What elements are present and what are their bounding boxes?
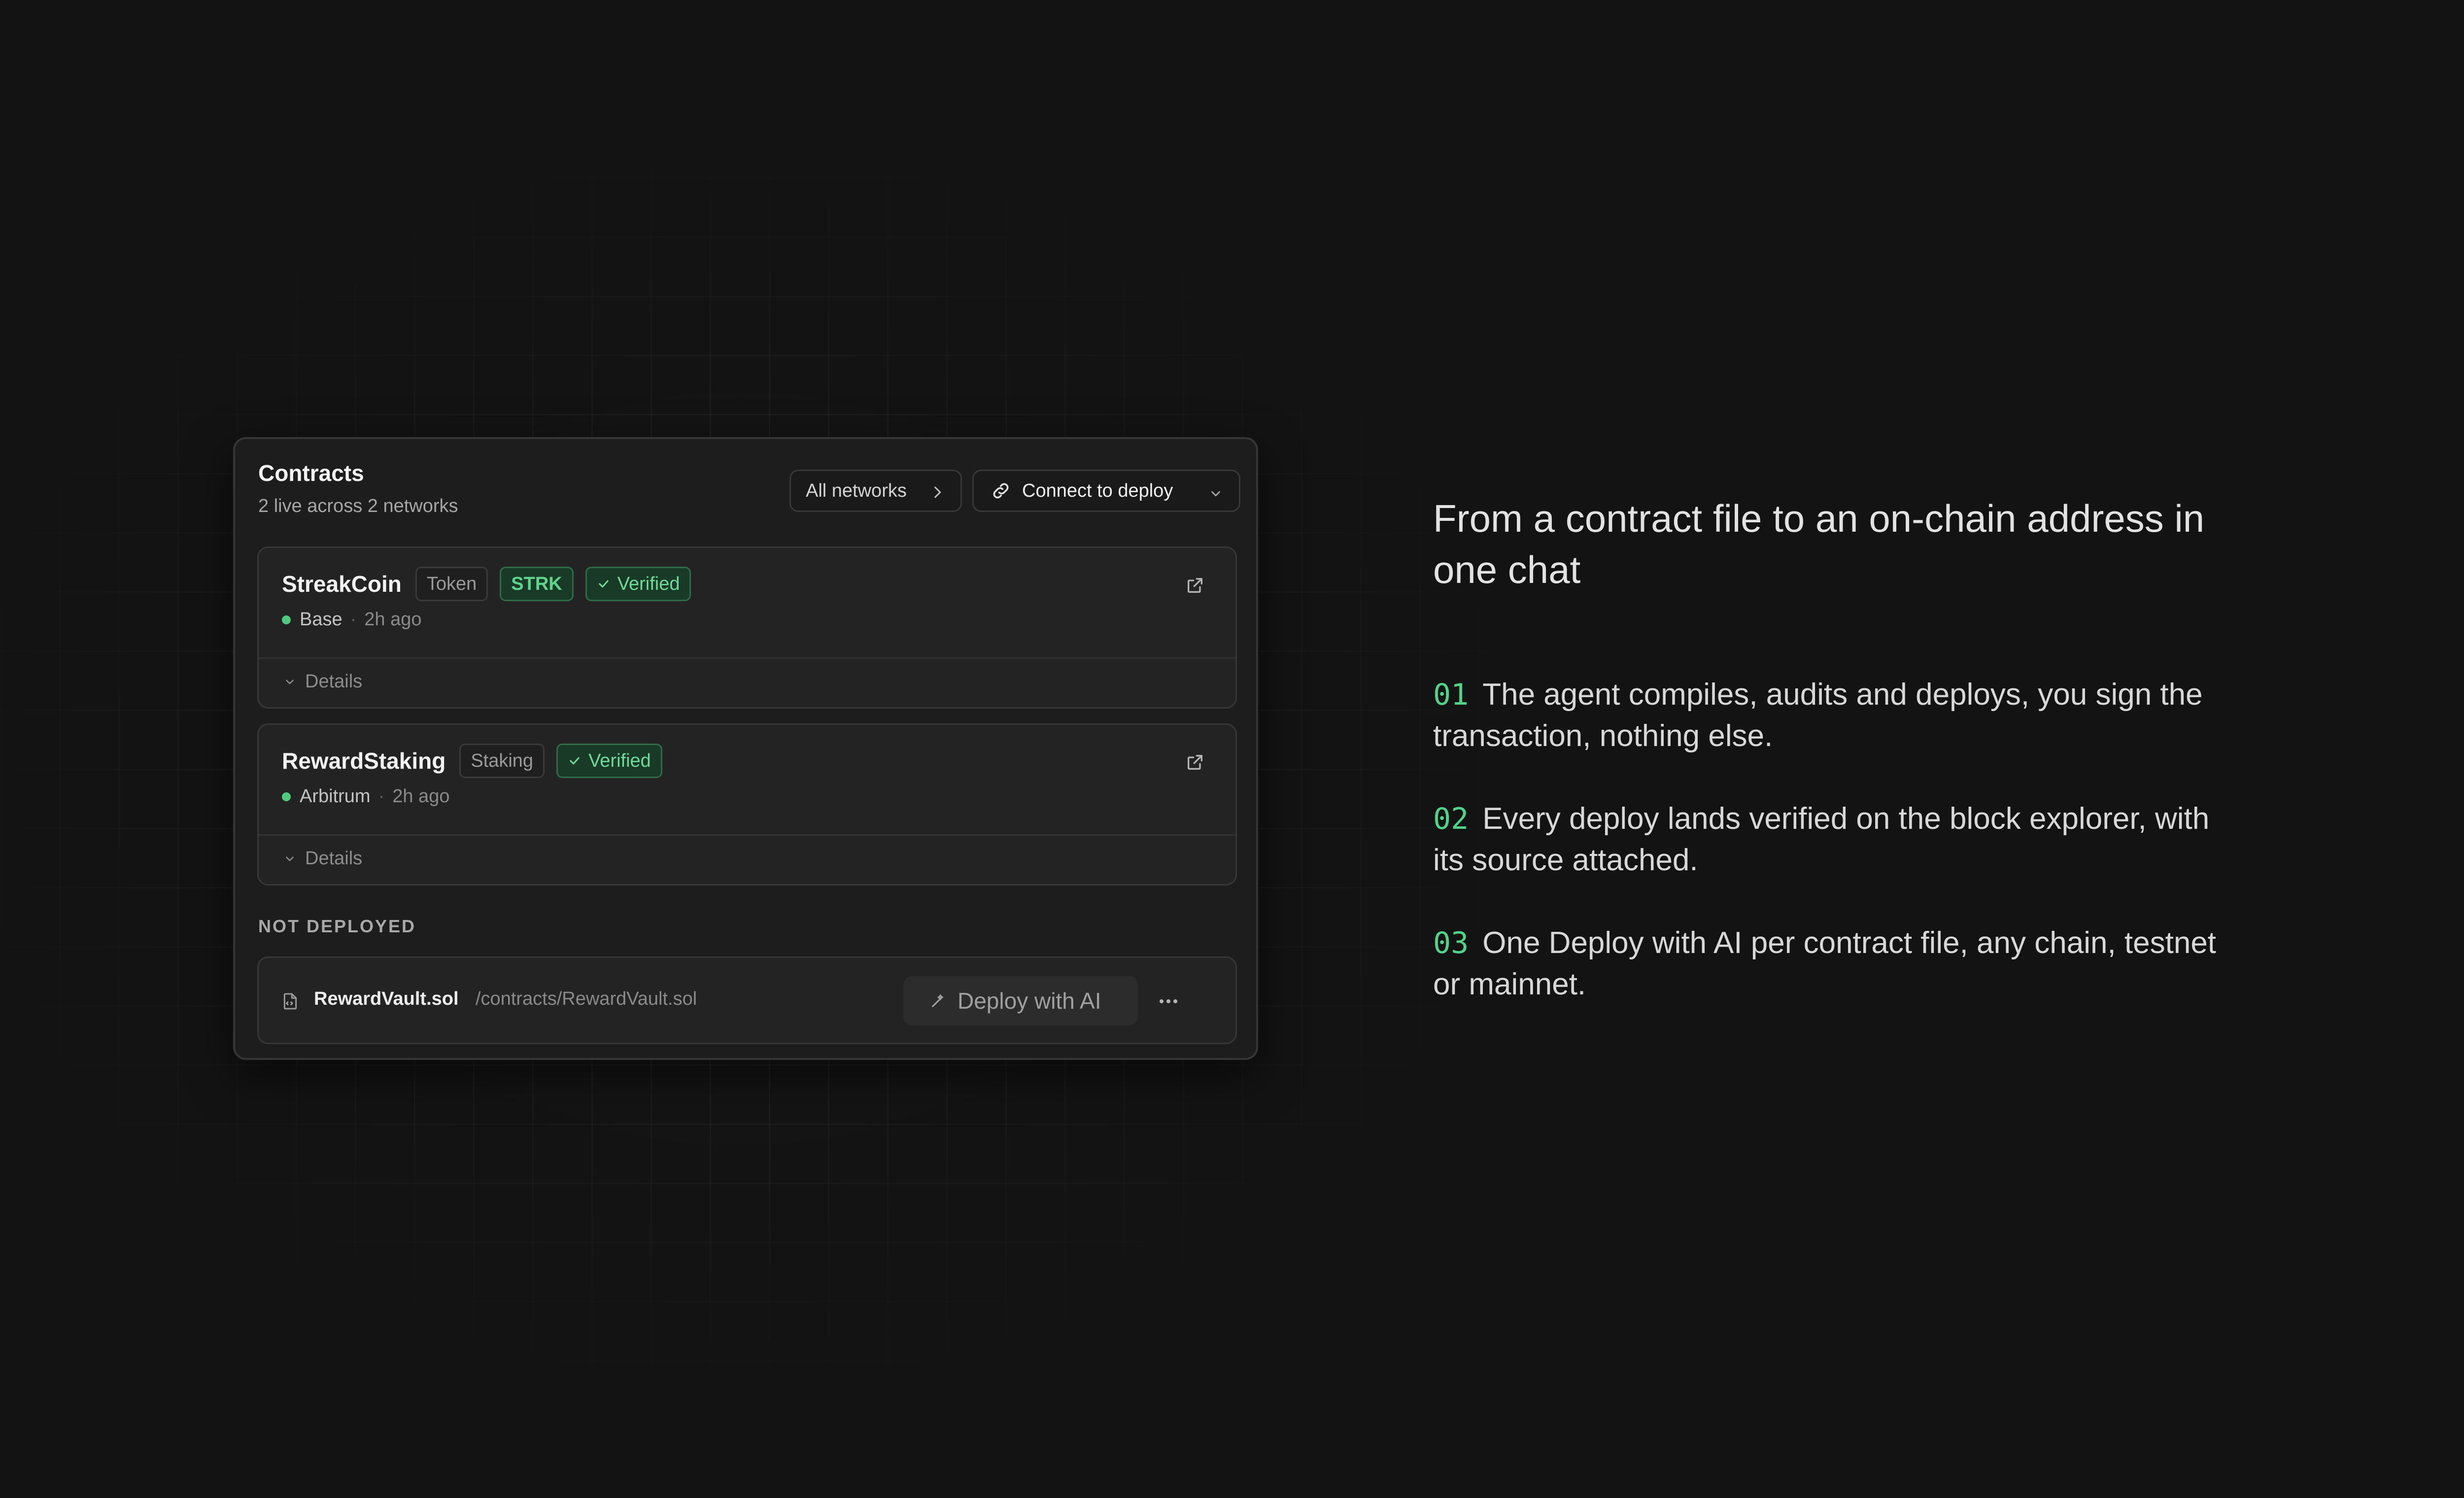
connect-to-deploy-button[interactable]: Connect to deploy [972, 470, 1240, 512]
chevron-down-icon [1208, 485, 1223, 506]
link-icon [991, 480, 1011, 501]
feature-number: 03 [1433, 926, 1469, 960]
feature-point: 01 The agent compiles, audits and deploys… [1433, 674, 2246, 757]
network-name: Arbitrum [300, 786, 371, 807]
deploy-time: 2h ago [392, 786, 450, 807]
feature-point: 02 Every deploy lands verified on the blo… [1433, 798, 2246, 881]
marketing-headline: From a contract file to an on-chain addr… [1433, 497, 2205, 591]
contract-name: RewardStaking [282, 748, 446, 774]
verified-badge: Verified [585, 567, 691, 601]
chevron-down-icon [286, 856, 294, 861]
feature-point: 03 One Deploy with AI per contract file, … [1433, 922, 2246, 1005]
deploy-with-ai-button[interactable]: Deploy with AI [903, 976, 1138, 1025]
file-path: /contracts/RewardVault.sol [476, 988, 697, 1009]
all-networks-label: All networks [806, 480, 907, 501]
check-icon [570, 757, 580, 765]
details-label: Details [305, 671, 363, 692]
panel-title: Contracts [258, 460, 364, 486]
meta-separator: · [378, 786, 385, 807]
contracts-panel: Contracts 2 live across 2 networks All n… [233, 437, 1258, 1060]
deploy-with-ai-label: Deploy with AI [958, 988, 1101, 1014]
contract-card-streakcoin[interactable]: StreakCoin Token STRK Verified Base · 2h… [257, 546, 1237, 709]
meta-separator: · [350, 609, 357, 630]
contract-type-tag: Staking [459, 744, 545, 778]
file-icon [280, 990, 300, 1012]
status-dot [282, 792, 291, 801]
chevron-right-icon [929, 484, 946, 506]
all-networks-button[interactable]: All networks [789, 470, 962, 512]
undeployed-file-row: RewardVault.sol /contracts/RewardVault.s… [257, 956, 1237, 1044]
feature-text: Every deploy lands verified on the block… [1433, 802, 2210, 877]
contract-card-rewardstaking[interactable]: RewardStaking Staking Verified Arbitrum … [257, 723, 1237, 885]
chevron-down-icon [286, 679, 294, 684]
token-symbol-tag: STRK [500, 567, 574, 601]
card-divider [259, 834, 1235, 836]
not-deployed-heading: NOT DEPLOYED [258, 916, 416, 936]
details-toggle[interactable]: Details [283, 848, 362, 869]
check-icon [599, 580, 609, 588]
verified-label: Verified [617, 573, 680, 594]
contract-type-tag: Token [415, 567, 488, 601]
details-label: Details [305, 848, 363, 869]
more-icon [1160, 999, 1177, 1003]
deploy-time: 2h ago [364, 609, 422, 630]
details-toggle[interactable]: Details [283, 671, 362, 692]
feature-number: 02 [1433, 802, 1469, 836]
feature-text: One Deploy with AI per contract file, an… [1433, 926, 2217, 1001]
verified-label: Verified [588, 750, 651, 771]
status-dot [282, 615, 291, 624]
external-link-icon[interactable] [1185, 752, 1205, 772]
file-name: RewardVault.sol [314, 988, 459, 1009]
feature-number: 01 [1433, 678, 1469, 712]
panel-subtitle: 2 live across 2 networks [258, 496, 458, 516]
network-name: Base [300, 609, 342, 630]
connect-to-deploy-label: Connect to deploy [1022, 480, 1173, 501]
feature-text: The agent compiles, audits and deploys, … [1433, 678, 2203, 753]
more-options-button[interactable] [1151, 984, 1186, 1019]
verified-badge: Verified [556, 744, 662, 778]
contract-name: StreakCoin [282, 571, 402, 597]
wand-icon [932, 994, 944, 1007]
card-divider [259, 657, 1235, 659]
external-link-icon[interactable] [1185, 576, 1205, 595]
